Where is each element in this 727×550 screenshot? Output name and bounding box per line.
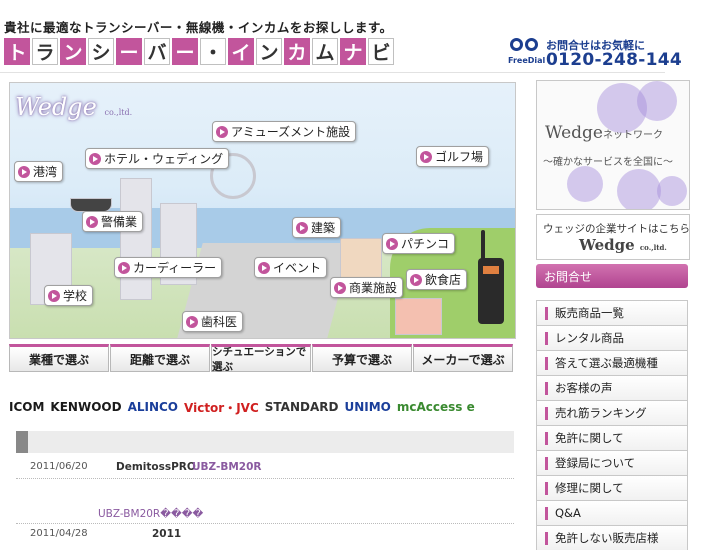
news-header	[16, 431, 514, 453]
title-char: ン	[256, 38, 282, 65]
label-commercial[interactable]: 商業施設	[330, 277, 404, 298]
news-title: 2011	[152, 528, 182, 540]
label-dealer[interactable]: カーディーラー	[114, 257, 223, 278]
title-char: バ	[144, 38, 170, 65]
title-char: ・	[200, 38, 226, 65]
freedial-label: FreeDial	[508, 56, 546, 65]
title-char: ー	[172, 38, 198, 65]
wedge-logo: Wedge co.,ltd.	[15, 93, 133, 121]
network-subtitle: ～確かなサービスを全国に～	[543, 157, 673, 168]
transceiver-image	[478, 230, 504, 324]
label-dentist[interactable]: 歯科医	[182, 311, 244, 332]
maker-logo[interactable]: UNIMO	[344, 400, 390, 414]
title-char: ナ	[340, 38, 366, 65]
hero-map: Wedge co.,ltd. 港湾 ホテル・ウェディング アミューズメント施設 …	[9, 82, 516, 339]
news-title: DemitossPRO	[116, 461, 196, 473]
nav-button[interactable]: 業種で選ぶ	[9, 344, 109, 372]
corporate-logo: Wedge co.,ltd.	[579, 236, 667, 254]
corporate-site-text: ウェッジの企業サイトはこちら	[543, 223, 690, 235]
label-security[interactable]: 警備業	[82, 211, 144, 232]
label-event[interactable]: イベント	[254, 257, 328, 278]
divider	[16, 523, 514, 524]
sidebar-menu: 販売商品一覧 レンタル商品答えて選ぶ最適機種 お客様の声売れ筋ランキング 免許に関して…	[536, 300, 688, 550]
sidebar-item[interactable]: Q&A	[536, 500, 688, 525]
maker-logo[interactable]: KENWOOD	[50, 400, 121, 414]
contact-button[interactable]: お問合せ	[536, 264, 688, 288]
news-date: 2011/04/28	[30, 528, 88, 539]
sidebar-item-label: お客様の声	[555, 381, 613, 395]
news-link[interactable]: UBZ-BM20R	[192, 461, 261, 473]
site-title[interactable]: トランシーバー・インカムナビ	[4, 38, 396, 65]
maker-logo[interactable]: STANDARD	[265, 400, 339, 414]
sidebar-item-label: 答えて選ぶ最適機種	[555, 356, 658, 370]
sidebar-item[interactable]: お客様の声	[536, 375, 688, 400]
sidebar-item-label: 販売商品一覧	[555, 306, 624, 320]
maker-logos: ICOM KENWOOD ALINCO Victor・JVC STANDARD UNIMO…	[9, 389, 509, 425]
maker-logo[interactable]: mcAccess e	[397, 400, 475, 414]
maker-logo[interactable]: Victor・JVC	[184, 399, 259, 416]
nav-button[interactable]: 予算で選ぶ	[312, 344, 412, 372]
title-char: ビ	[368, 38, 394, 65]
divider	[16, 478, 514, 479]
nav-button[interactable]: 距離で選ぶ	[110, 344, 210, 372]
building	[340, 238, 382, 280]
tower	[120, 178, 152, 300]
title-char: ン	[60, 38, 86, 65]
nav-button[interactable]: シチュエーションで選ぶ	[211, 344, 311, 373]
sidebar-item[interactable]: 答えて選ぶ最適機種	[536, 350, 688, 375]
label-pachinko[interactable]: パチンコ	[382, 233, 456, 254]
news-link[interactable]: UBZ-BM20R����	[98, 508, 203, 520]
sidebar-item[interactable]: 免許に関して	[536, 425, 688, 450]
tagline: 貴社に最適なトランシーバー・無線機・インカムをお探しします。	[4, 20, 393, 35]
label-school[interactable]: 学校	[44, 285, 94, 306]
corporate-site-banner[interactable]: ウェッジの企業サイトはこちら Wedge co.,ltd.	[536, 214, 690, 260]
selection-nav: 業種で選ぶ 距離で選ぶ シチュエーションで選ぶ 予算で選ぶ メーカーで選ぶ	[9, 344, 514, 374]
label-amusement[interactable]: アミューズメント施設	[212, 121, 357, 142]
title-char: ー	[116, 38, 142, 65]
sidebar-item-label: 売れ筋ランキング	[555, 406, 647, 420]
maker-logo[interactable]: ALINCO	[128, 400, 178, 414]
maker-logo[interactable]: ICOM	[9, 400, 44, 414]
sidebar-item-label: 登録局について	[555, 456, 636, 470]
label-restaurant[interactable]: 飲食店	[406, 269, 468, 290]
sidebar-item-label: 免許しない販売店様	[555, 531, 659, 545]
network-title: Wedgeネットワーク	[545, 123, 663, 143]
label-harbor[interactable]: 港湾	[14, 161, 64, 182]
sidebar-item[interactable]: 登録局について	[536, 450, 688, 475]
shop	[395, 298, 442, 335]
sidebar-item[interactable]: 免許しない販売店様	[536, 525, 688, 550]
title-char: イ	[228, 38, 254, 65]
sidebar-item-label: Q&A	[555, 506, 581, 520]
title-char: シ	[88, 38, 114, 65]
sidebar-item[interactable]: レンタル商品	[536, 325, 688, 350]
title-char: ト	[4, 38, 30, 65]
sidebar-item-label: 修理に関して	[555, 481, 624, 495]
sidebar-item[interactable]: 販売商品一覧	[536, 300, 688, 325]
sidebar-item-label: レンタル商品	[555, 331, 624, 345]
network-banner[interactable]: Wedgeネットワーク ～確かなサービスを全国に～	[536, 80, 690, 210]
sidebar-item[interactable]: 売れ筋ランキング	[536, 400, 688, 425]
title-char: カ	[284, 38, 310, 65]
sidebar-item[interactable]: 修理に関して	[536, 475, 688, 500]
news-date: 2011/06/20	[30, 461, 88, 472]
label-construction[interactable]: 建築	[292, 217, 342, 238]
header-divider	[0, 72, 665, 73]
phone-number[interactable]: 0120-248-144	[546, 50, 682, 70]
nav-button[interactable]: メーカーで選ぶ	[413, 344, 513, 372]
title-char: ラ	[32, 38, 58, 65]
ship	[70, 198, 112, 212]
label-hotel[interactable]: ホテル・ウェディング	[85, 148, 230, 169]
label-golf[interactable]: ゴルフ場	[416, 146, 490, 167]
sidebar-item-label: 免許に関して	[555, 431, 624, 445]
title-char: ム	[312, 38, 338, 65]
